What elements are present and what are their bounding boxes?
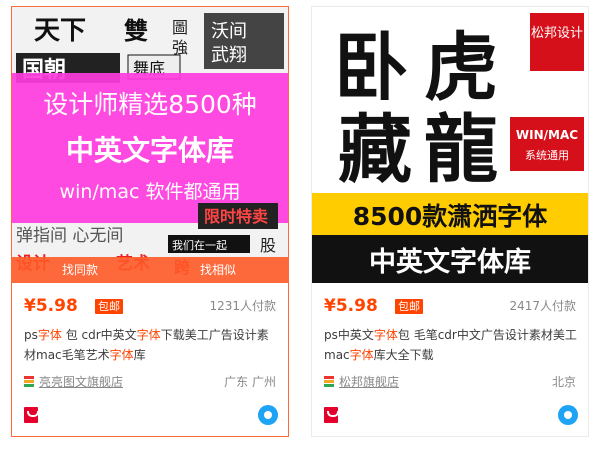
bg-word: 天下 (34, 16, 86, 46)
calligraphy-char: 藏 (338, 107, 412, 193)
platform-sub: 系统通用 (525, 149, 569, 162)
bg-word: 我们在一起 (172, 238, 227, 252)
title-text: ps (24, 328, 38, 342)
banner-headline: 8500款潇洒字体 (353, 202, 549, 231)
title-keyword: 字体 (37, 328, 62, 342)
sales-count: 1231人付款 (209, 299, 276, 313)
location: 北京 (551, 375, 576, 389)
image-headline: 中英文字体库 (66, 134, 234, 167)
price: ¥5.98 (324, 296, 378, 316)
bg-word: 圖 (172, 18, 188, 37)
free-shipping-badge: 包邮 (95, 299, 123, 314)
product-image-graphic: 天下 雙 圖 強 沃间 武翔 国朝 舞底 设计师精选8500种 中英文字体库 w… (12, 7, 288, 283)
shop-link[interactable]: 亮亮图文旗舰店 (39, 373, 123, 391)
image-overlay-actions: 找同款 找相似 (12, 257, 288, 283)
calligraphy-char: 卧 (334, 25, 408, 111)
bg-word: 沃间 (211, 21, 247, 42)
bg-word: 強 (172, 38, 188, 57)
shop-row: 松邦旗舰店 北京 (324, 373, 576, 391)
bg-word: 雙 (124, 16, 148, 45)
tmall-icon[interactable] (324, 407, 339, 423)
shop-icon (324, 376, 334, 388)
free-shipping-badge: 包邮 (395, 299, 423, 314)
wangwang-chat-icon[interactable] (558, 405, 578, 425)
shop-row: 亮亮图文旗舰店 广东 广州 (24, 373, 276, 391)
sales-count: 2417人付款 (509, 299, 576, 313)
product-card[interactable]: 卧 虎 藏 龍 松邦设计 WIN/MAC 系统通用 8500款潇洒字体 中英文字… (311, 6, 589, 437)
location: 广东 广州 (224, 375, 276, 389)
product-image[interactable]: 卧 虎 藏 龍 松邦设计 WIN/MAC 系统通用 8500款潇洒字体 中英文字… (312, 7, 588, 283)
price: ¥5.98 (24, 296, 78, 316)
title-text: 库 (133, 348, 146, 362)
price-row: ¥5.98 包邮 2417人付款 (324, 295, 576, 317)
shop-icon (24, 376, 34, 388)
title-text: 库大全下载 (373, 348, 434, 362)
title-keyword: 字体 (349, 348, 374, 362)
title-text: ps中英文 (324, 328, 374, 342)
title-keyword: 字体 (373, 328, 398, 342)
product-title-link[interactable]: ps中英文字体包 毛笔cdr中文广告设计素材美工mac字体库大全下载 (324, 325, 578, 367)
find-similar-button[interactable]: 找相似 (200, 257, 236, 283)
bg-word: 限时特卖 (204, 207, 268, 226)
image-headline: win/mac 软件都通用 (60, 181, 241, 203)
shop-link[interactable]: 松邦旗舰店 (339, 373, 399, 391)
calligraphy-char: 龍 (424, 107, 498, 193)
bg-word: 股 (260, 236, 276, 255)
wangwang-chat-icon[interactable] (258, 405, 278, 425)
product-image-graphic: 卧 虎 藏 龍 松邦设计 WIN/MAC 系统通用 8500款潇洒字体 中英文字… (312, 7, 588, 283)
platform-label: WIN/MAC (516, 128, 578, 142)
seal-text: 松邦设计 (531, 26, 583, 41)
tmall-icon[interactable] (24, 407, 39, 423)
product-image[interactable]: 天下 雙 圖 強 沃间 武翔 国朝 舞底 设计师精选8500种 中英文字体库 w… (12, 7, 288, 283)
bg-word: 弹指间 心无间 (16, 226, 123, 246)
product-title-link[interactable]: ps字体 包 cdr中英文字体下载美工广告设计素材mac毛笔艺术字体库 (24, 325, 278, 367)
find-same-button[interactable]: 找同款 (62, 257, 98, 283)
calligraphy-char: 虎 (424, 25, 498, 111)
image-headline: 设计师精选8500种 (43, 90, 257, 119)
service-icons (24, 405, 278, 425)
product-card[interactable]: 天下 雙 圖 強 沃间 武翔 国朝 舞底 设计师精选8500种 中英文字体库 w… (11, 6, 289, 437)
bg-word: 武翔 (211, 45, 247, 66)
title-keyword: 字体 (136, 328, 161, 342)
title-text: 包 cdr中英文 (61, 328, 137, 342)
price-row: ¥5.98 包邮 1231人付款 (24, 295, 276, 317)
title-keyword: 字体 (109, 348, 134, 362)
banner-subheadline: 中英文字体库 (369, 246, 531, 278)
service-icons (324, 405, 578, 425)
product-grid: 天下 雙 圖 強 沃间 武翔 国朝 舞底 设计师精选8500种 中英文字体库 w… (0, 0, 601, 461)
